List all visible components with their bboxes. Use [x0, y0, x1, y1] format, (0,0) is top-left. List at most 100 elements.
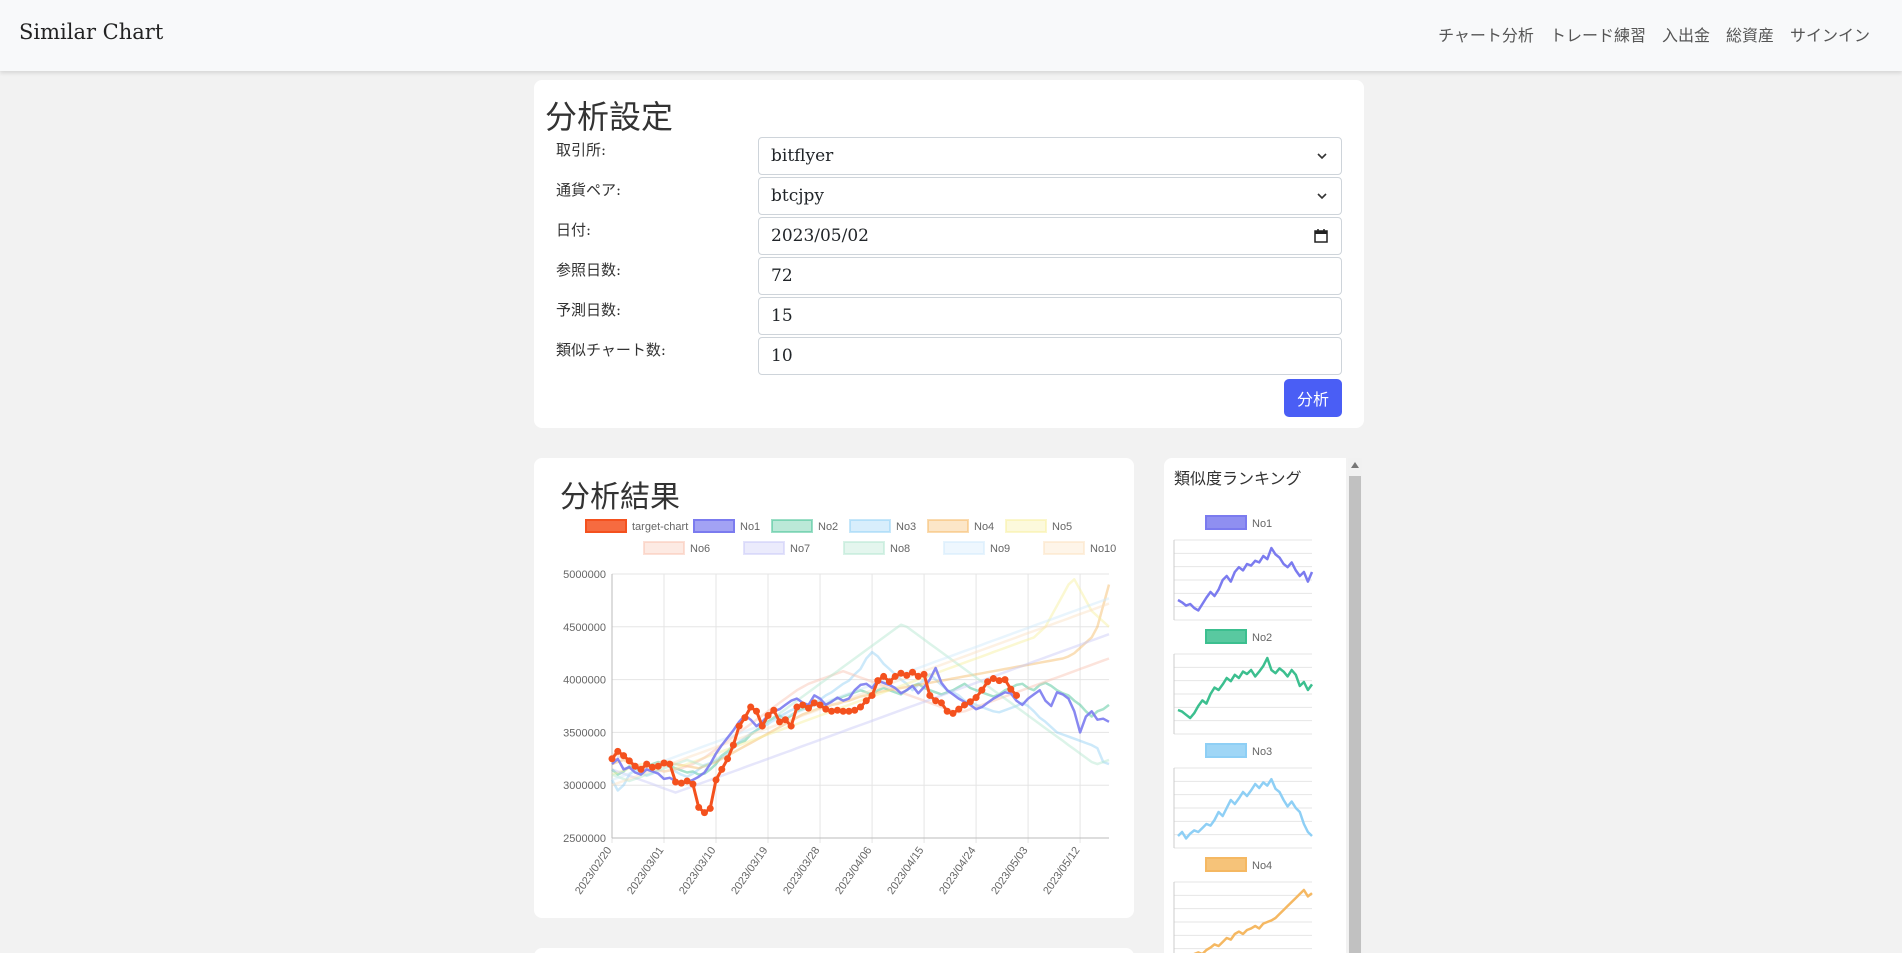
y-tick-label: 4000000: [563, 675, 606, 687]
data-point: [909, 668, 917, 676]
mini-series-line: [1177, 777, 1313, 840]
similarity-ranking-panel: 類似度ランキング No1 No2 No3 No4: [1164, 458, 1346, 953]
reference-days-input[interactable]: 72: [758, 257, 1342, 295]
legend-swatch: [943, 541, 985, 555]
data-point: [885, 678, 893, 686]
exchange-value: bitflyer: [771, 146, 834, 166]
data-point: [735, 722, 743, 730]
y-tick-label: 5000000: [563, 569, 606, 581]
legend-label: No7: [790, 543, 810, 555]
nav-link-deposit-withdraw[interactable]: 入出金: [1662, 22, 1710, 46]
nav-link-total-assets[interactable]: 総資産: [1726, 22, 1774, 46]
data-point: [625, 757, 633, 765]
series-line: [611, 657, 1110, 773]
next-card-edge: [534, 948, 1134, 953]
date-value: 2023/05/02: [771, 226, 869, 246]
scrollbar-thumb[interactable]: [1349, 476, 1361, 953]
data-point: [724, 755, 732, 763]
data-point: [718, 765, 726, 773]
analysis-results-card: 分析結果 5000000 4500000 4000000 3500000 3000000…: [534, 458, 1134, 918]
mini-legend-label: No1: [1252, 518, 1272, 530]
similarity-line-chart: 5000000 4500000 4000000 3500000 3000000 25000…: [563, 519, 1116, 897]
x-tick-label: 2023/05/12: [1041, 845, 1082, 897]
data-point: [937, 699, 945, 707]
exchange-select[interactable]: bitflyer: [758, 137, 1342, 175]
data-point: [747, 703, 755, 711]
data-point: [972, 694, 980, 702]
data-point: [608, 755, 616, 763]
exchange-label: 取引所:: [556, 141, 607, 159]
similar-chart-count-input[interactable]: 10: [758, 337, 1342, 375]
currency-pair-value: btcjpy: [771, 186, 824, 206]
mini-legend-label: No4: [1252, 860, 1272, 872]
y-tick-label: 4500000: [563, 622, 606, 634]
data-point: [689, 780, 697, 788]
data-point: [770, 706, 778, 714]
legend-swatch: [843, 541, 885, 555]
calendar-icon[interactable]: [1313, 228, 1329, 244]
data-point: [614, 747, 622, 755]
data-point: [729, 741, 737, 749]
date-label: 日付:: [556, 221, 592, 239]
analysis-settings-card: 分析設定 取引所: bitflyer 通貨ペア: btcjpy 日付: 2023…: [534, 80, 1364, 428]
similar-chart-count-value: 10: [771, 346, 793, 366]
legend-swatch: [1005, 519, 1047, 533]
settings-title: 分析設定: [545, 98, 674, 136]
forecast-days-label: 予測日数:: [556, 301, 622, 319]
data-point: [978, 686, 986, 694]
navbar: Similar Chart チャート分析 トレード練習 入出金 総資産 サインイ…: [0, 0, 1902, 71]
nav-link-chart-analysis[interactable]: チャート分析: [1438, 22, 1534, 46]
mini-series-line: [1177, 546, 1314, 612]
data-point: [787, 722, 795, 730]
reference-days-value: 72: [771, 266, 793, 286]
legend-swatch: [693, 519, 735, 533]
data-point: [920, 670, 928, 678]
nav-links: チャート分析 トレード練習 入出金 総資産 サインイン: [1438, 22, 1870, 46]
data-point: [712, 776, 720, 784]
legend-swatch: [743, 541, 785, 555]
currency-pair-label: 通貨ペア:: [556, 181, 622, 199]
data-point: [1007, 685, 1015, 693]
brand-logo[interactable]: Similar Chart: [19, 20, 163, 44]
similar-chart-count-label: 類似チャート数:: [556, 341, 666, 359]
scroll-up-arrow-icon[interactable]: [1351, 462, 1359, 468]
x-tick-label: 2023/03/01: [625, 845, 666, 897]
legend-swatch: [643, 541, 685, 555]
mini-legend-swatch: [1205, 743, 1247, 758]
y-tick-label: 2500000: [563, 833, 606, 845]
x-tick-label: 2023/02/20: [573, 845, 614, 897]
legend-swatch: [927, 519, 969, 533]
nav-link-trade-practice[interactable]: トレード練習: [1550, 22, 1646, 46]
currency-pair-select[interactable]: btcjpy: [758, 177, 1342, 215]
legend-label: No5: [1052, 521, 1072, 533]
data-point: [706, 804, 714, 812]
forecast-days-input[interactable]: 15: [758, 297, 1342, 335]
y-tick-label: 3000000: [563, 780, 606, 792]
data-point: [949, 709, 957, 717]
forecast-days-value: 15: [771, 306, 793, 326]
data-point: [666, 760, 674, 768]
legend-label: No2: [818, 521, 838, 533]
data-point: [857, 703, 864, 711]
data-point: [1013, 691, 1021, 699]
mini-legend-label: No2: [1252, 632, 1272, 644]
data-point: [874, 677, 882, 685]
legend-label: No6: [690, 543, 710, 555]
ranking-scrollbar[interactable]: [1348, 458, 1362, 953]
legend-label: No4: [974, 521, 994, 533]
legend-label: No10: [1090, 543, 1116, 555]
x-tick-label: 2023/03/19: [729, 845, 770, 897]
x-tick-label: 2023/04/24: [937, 845, 978, 897]
analyze-button[interactable]: 分析: [1284, 379, 1342, 417]
data-point: [695, 803, 703, 811]
x-tick-label: 2023/03/10: [677, 845, 718, 897]
legend-label: target-chart: [632, 521, 688, 533]
mini-legend-swatch: [1205, 515, 1247, 530]
legend-swatch: [1043, 541, 1085, 555]
date-input[interactable]: 2023/05/02: [758, 217, 1342, 255]
mini-legend-label: No3: [1252, 746, 1272, 758]
nav-link-sign-in[interactable]: サインイン: [1790, 22, 1870, 46]
data-point: [1001, 676, 1009, 684]
data-point: [926, 691, 934, 699]
ranking-mini-charts: No1 No2 No3 No4: [1173, 515, 1314, 953]
